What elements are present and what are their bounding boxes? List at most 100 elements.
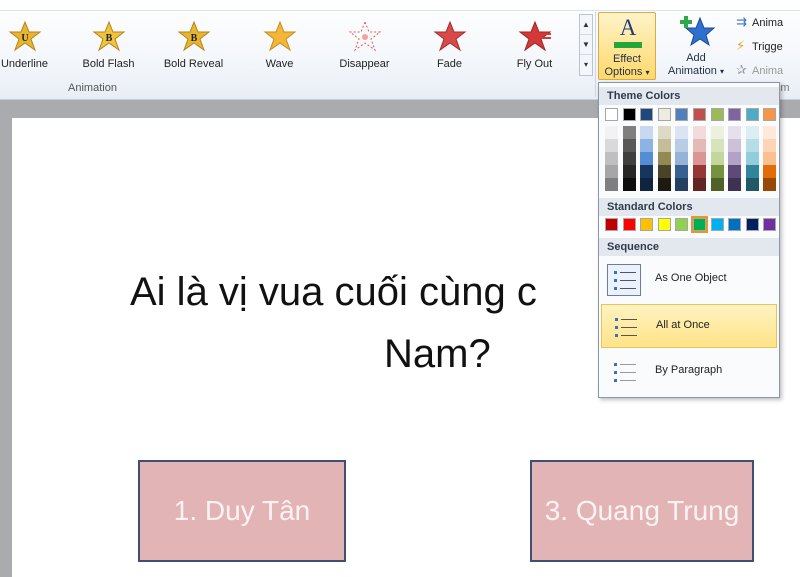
animation-bold-reveal[interactable]: B Bold Reveal xyxy=(151,14,236,76)
gallery-more-icon[interactable]: ▾ xyxy=(580,55,592,75)
theme-shade-swatch[interactable] xyxy=(640,139,654,152)
theme-shade-swatch[interactable] xyxy=(693,178,706,191)
theme-shade-swatch[interactable] xyxy=(657,139,671,152)
gallery-scroll-down-icon[interactable]: ▼ xyxy=(580,35,592,55)
animation-fade[interactable]: Fade xyxy=(407,14,492,76)
effect-options-button[interactable]: A Effect Options ▾ xyxy=(598,12,656,80)
gallery-scrollbar[interactable]: ▲ ▼ ▾ xyxy=(579,14,593,76)
theme-shade-swatch[interactable] xyxy=(745,126,759,139)
add-animation-button[interactable]: Add Animation ▾ xyxy=(660,12,732,80)
animation-label: Fly Out xyxy=(516,58,553,70)
theme-shade-swatch[interactable] xyxy=(640,152,654,165)
animation-fly-out[interactable]: Fly Out xyxy=(492,14,577,76)
theme-shade-swatch[interactable] xyxy=(693,152,706,165)
theme-shade-swatch[interactable] xyxy=(605,165,618,178)
theme-shade-swatch[interactable] xyxy=(605,126,618,139)
standard-color-swatch[interactable] xyxy=(728,218,742,231)
theme-color-swatch[interactable] xyxy=(675,108,689,121)
theme-shade-swatch[interactable] xyxy=(745,152,759,165)
answer-box-1[interactable]: 1. Duy Tân xyxy=(138,460,346,562)
theme-color-swatch[interactable] xyxy=(728,108,742,121)
theme-color-swatch[interactable] xyxy=(657,108,671,121)
theme-shade-swatch[interactable] xyxy=(640,165,654,178)
theme-shade-swatch[interactable] xyxy=(710,152,724,165)
theme-shade-swatch[interactable] xyxy=(763,178,777,191)
theme-color-swatch[interactable] xyxy=(710,108,724,121)
theme-shade-swatch[interactable] xyxy=(728,152,742,165)
theme-shade-swatch[interactable] xyxy=(640,178,654,191)
theme-shade-swatch[interactable] xyxy=(657,152,671,165)
theme-shade-swatch[interactable] xyxy=(710,178,724,191)
standard-color-swatch[interactable] xyxy=(745,218,759,231)
theme-shade-swatch[interactable] xyxy=(605,152,618,165)
theme-shade-swatch[interactable] xyxy=(622,152,636,165)
theme-shade-swatch[interactable] xyxy=(728,139,742,152)
theme-color-swatch[interactable] xyxy=(693,108,706,121)
theme-shade-swatch[interactable] xyxy=(675,139,689,152)
theme-color-swatch[interactable] xyxy=(745,108,759,121)
theme-shade-swatch[interactable] xyxy=(657,126,671,139)
gallery-scroll-up-icon[interactable]: ▲ xyxy=(580,15,592,35)
animation-underline[interactable]: U Underline xyxy=(0,14,67,76)
theme-shade-swatch[interactable] xyxy=(728,126,742,139)
theme-shade-swatch[interactable] xyxy=(763,165,777,178)
theme-shade-swatch[interactable] xyxy=(605,139,618,152)
theme-shade-swatch[interactable] xyxy=(693,165,706,178)
trigger-button[interactable]: ⚡ Trigge xyxy=(736,38,783,58)
theme-shade-swatch[interactable] xyxy=(675,126,689,139)
sequence-label: As One Object xyxy=(655,272,727,284)
theme-color-swatch[interactable] xyxy=(763,108,777,121)
standard-color-swatch[interactable] xyxy=(657,218,671,231)
theme-shade-swatch[interactable] xyxy=(710,126,724,139)
theme-shade-swatch[interactable] xyxy=(693,139,706,152)
theme-color-swatch[interactable] xyxy=(640,108,654,121)
standard-color-swatch[interactable] xyxy=(605,218,618,231)
standard-color-swatch[interactable] xyxy=(622,218,636,231)
theme-shade-swatch[interactable] xyxy=(710,139,724,152)
animation-disappear[interactable]: Disappear xyxy=(322,14,407,76)
theme-shade-swatch[interactable] xyxy=(675,165,689,178)
bold-reveal-star-icon: B xyxy=(177,20,210,52)
standard-color-swatch[interactable] xyxy=(640,218,654,231)
sequence-all-at-once[interactable]: All at Once xyxy=(601,304,777,348)
theme-shade-swatch[interactable] xyxy=(710,165,724,178)
theme-shade-swatch[interactable] xyxy=(622,126,636,139)
sequence-by-paragraph[interactable]: By Paragraph xyxy=(601,350,777,394)
animation-bold-flash[interactable]: B Bold Flash xyxy=(66,14,151,76)
theme-shade-swatch[interactable] xyxy=(622,165,636,178)
animation-wave[interactable]: Wave xyxy=(237,14,322,76)
theme-shade-swatch[interactable] xyxy=(622,139,636,152)
theme-color-swatch[interactable] xyxy=(605,108,618,121)
theme-shade-swatch[interactable] xyxy=(763,152,777,165)
theme-shade-swatch[interactable] xyxy=(657,165,671,178)
standard-color-swatch[interactable] xyxy=(691,216,708,233)
theme-shade-swatch[interactable] xyxy=(640,126,654,139)
answer-box-3[interactable]: 3. Quang Trung xyxy=(530,460,754,562)
theme-shade-swatch[interactable] xyxy=(728,178,742,191)
theme-shade-swatch[interactable] xyxy=(763,139,777,152)
slide-question-line-2[interactable]: Nam? xyxy=(384,327,491,381)
theme-shade-swatch[interactable] xyxy=(657,178,671,191)
sequence-header: Sequence xyxy=(599,238,779,256)
standard-color-swatch[interactable] xyxy=(763,218,777,231)
theme-shade-swatch[interactable] xyxy=(675,152,689,165)
effect-options-label: Effect xyxy=(613,53,641,65)
theme-shade-swatch[interactable] xyxy=(622,178,636,191)
theme-shade-swatch[interactable] xyxy=(763,126,777,139)
animation-painter-button[interactable]: ✰ Anima xyxy=(736,62,783,82)
theme-shade-swatch[interactable] xyxy=(745,139,759,152)
theme-shade-swatch[interactable] xyxy=(675,178,689,191)
theme-shade-swatch[interactable] xyxy=(745,178,759,191)
theme-shade-swatch[interactable] xyxy=(605,178,618,191)
standard-color-swatch[interactable] xyxy=(710,218,724,231)
theme-shade-swatch[interactable] xyxy=(693,126,706,139)
theme-color-swatch[interactable] xyxy=(622,108,636,121)
sequence-as-one-object[interactable]: As One Object xyxy=(601,258,777,302)
trigger-icon: ⚡ xyxy=(736,38,746,53)
dropdown-arrow-icon: ▾ xyxy=(719,67,724,76)
standard-color-swatch[interactable] xyxy=(675,218,689,231)
theme-shade-swatch[interactable] xyxy=(728,165,742,178)
animation-pane-button[interactable]: ⇉ Anima xyxy=(736,14,783,34)
theme-shade-swatch[interactable] xyxy=(745,165,759,178)
animation-label: Bold Flash xyxy=(82,58,135,70)
